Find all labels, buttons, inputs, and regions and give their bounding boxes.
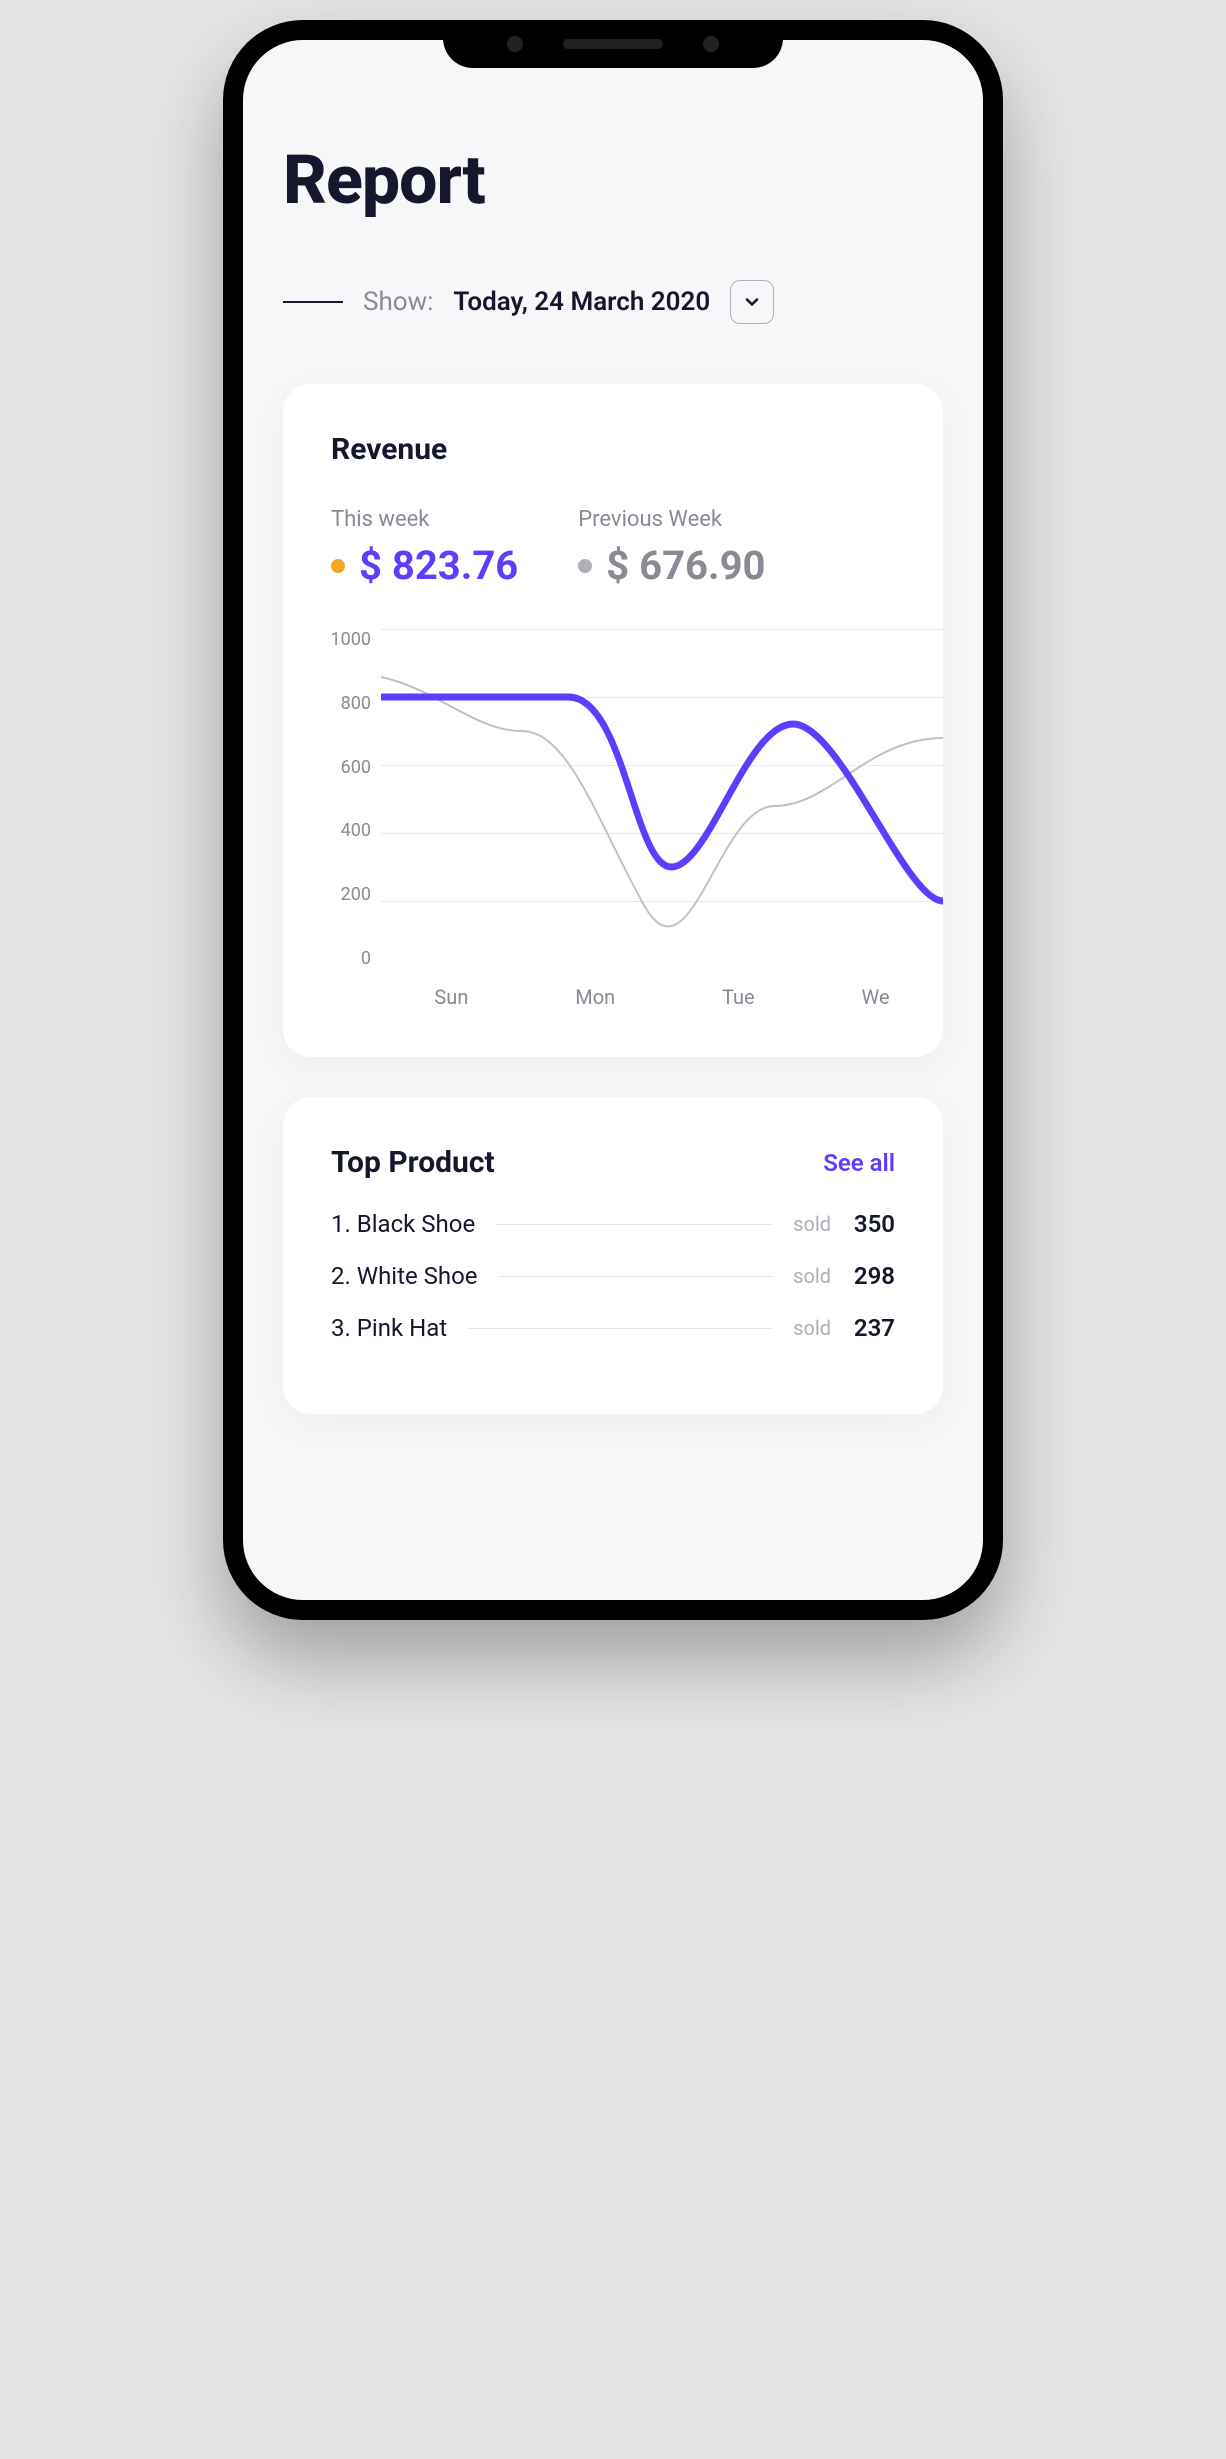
product-name: 2. White Shoe: [331, 1262, 478, 1290]
sold-label: sold: [793, 1316, 831, 1340]
screen: Report Show: Today, 24 March 2020 Revenu…: [243, 40, 983, 1600]
revenue-title: Revenue: [331, 432, 895, 467]
x-tick: Tue: [722, 985, 755, 1009]
list-item: 2. White Shoe sold 298: [331, 1262, 895, 1290]
this-week-block: This week $ 823.76: [331, 507, 518, 589]
this-week-value: $ 823.76: [359, 542, 518, 589]
y-tick: 800: [321, 693, 371, 714]
page-title: Report: [283, 140, 943, 220]
dot-icon: [578, 559, 592, 573]
x-tick: Sun: [434, 985, 468, 1009]
decorative-line: [283, 301, 343, 303]
y-tick: 200: [321, 884, 371, 905]
this-week-label: This week: [331, 507, 518, 532]
y-tick: 1000: [321, 629, 371, 650]
x-tick: We: [862, 985, 890, 1009]
show-label: Show:: [363, 287, 433, 317]
x-axis: Sun Mon Tue We: [381, 985, 943, 1009]
product-name: 3. Pink Hat: [331, 1314, 447, 1342]
sold-label: sold: [793, 1212, 831, 1236]
see-all-link[interactable]: See all: [823, 1149, 895, 1177]
list-item: 1. Black Shoe sold 350: [331, 1210, 895, 1238]
date-filter: Show: Today, 24 March 2020: [283, 280, 943, 324]
sold-count: 298: [845, 1262, 895, 1290]
revenue-chart: 1000 800 600 400 200 0: [321, 629, 943, 1009]
divider: [467, 1328, 773, 1329]
sold-label: sold: [793, 1264, 831, 1288]
date-dropdown-button[interactable]: [730, 280, 774, 324]
y-axis: 1000 800 600 400 200 0: [321, 629, 371, 969]
previous-week-label: Previous Week: [578, 507, 765, 532]
dot-icon: [331, 559, 345, 573]
divider: [498, 1276, 774, 1277]
phone-frame: Report Show: Today, 24 March 2020 Revenu…: [223, 20, 1003, 1620]
show-value: Today, 24 March 2020: [453, 287, 710, 317]
y-tick: 0: [321, 948, 371, 969]
top-product-title: Top Product: [331, 1145, 495, 1180]
divider: [495, 1224, 773, 1225]
chart-lines: [381, 629, 943, 969]
chevron-down-icon: [742, 292, 762, 312]
sold-count: 237: [845, 1314, 895, 1342]
product-name: 1. Black Shoe: [331, 1210, 475, 1238]
previous-week-block: Previous Week $ 676.90: [578, 507, 765, 589]
previous-week-value: $ 676.90: [606, 542, 765, 589]
revenue-card: Revenue This week $ 823.76 Previous Week: [283, 384, 943, 1057]
y-tick: 400: [321, 820, 371, 841]
x-tick: Mon: [575, 985, 615, 1009]
list-item: 3. Pink Hat sold 237: [331, 1314, 895, 1342]
sold-count: 350: [845, 1210, 895, 1238]
phone-notch: [443, 20, 783, 68]
top-product-card: Top Product See all 1. Black Shoe sold 3…: [283, 1097, 943, 1414]
revenue-summary: This week $ 823.76 Previous Week $ 676.9…: [331, 507, 895, 589]
y-tick: 600: [321, 757, 371, 778]
